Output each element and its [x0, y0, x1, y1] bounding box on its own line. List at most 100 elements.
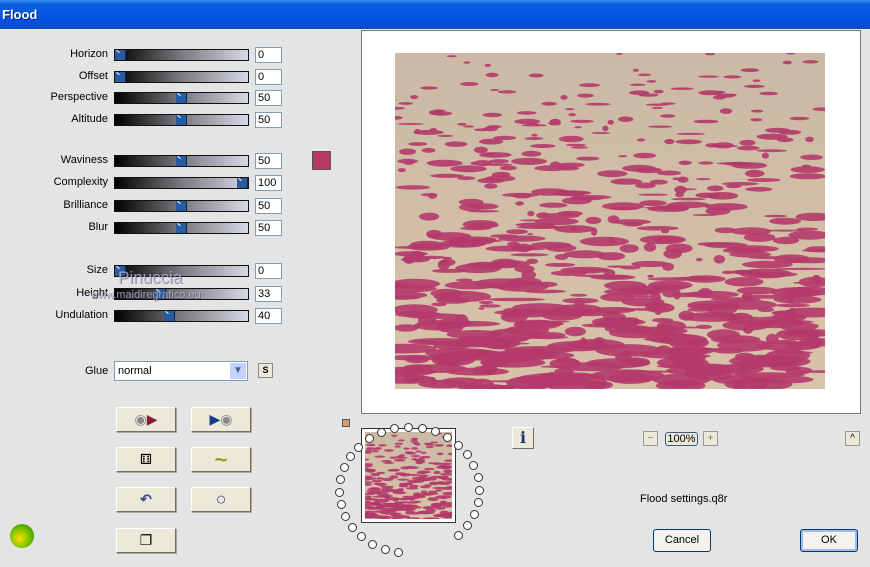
water-patch: [585, 216, 602, 225]
navigator-dot[interactable]: [469, 461, 479, 471]
slider-track[interactable]: [114, 49, 249, 61]
glue-select[interactable]: normal ▼: [114, 361, 248, 381]
slider-track[interactable]: [114, 114, 249, 126]
slider-thumb[interactable]: [115, 72, 126, 82]
zoom-out-button[interactable]: −: [643, 431, 658, 446]
water-patch: [697, 288, 713, 298]
navigator-dot[interactable]: [348, 522, 358, 532]
collapse-button[interactable]: ^: [845, 431, 860, 446]
slider-thumb[interactable]: [237, 178, 248, 188]
slider-value-input[interactable]: 100: [255, 175, 282, 191]
navigator-dot[interactable]: [380, 545, 390, 555]
water-patch: [773, 339, 798, 344]
wave-button[interactable]: ~: [191, 447, 251, 472]
slider-track[interactable]: [114, 177, 249, 189]
water-patch: [554, 254, 569, 260]
zoom-in-button[interactable]: +: [703, 431, 718, 446]
navigator-dot[interactable]: [453, 440, 463, 450]
navigator-dot[interactable]: [473, 498, 483, 508]
water-patch: [704, 53, 716, 56]
navigator-dot[interactable]: [335, 475, 345, 485]
preview-handle[interactable]: [342, 419, 350, 427]
navigator-dot[interactable]: [341, 511, 351, 521]
water-patch: [577, 93, 594, 98]
navigator-dot[interactable]: [463, 520, 473, 530]
navigator-dot[interactable]: [417, 424, 427, 434]
navigator-dot[interactable]: [474, 485, 484, 495]
chevron-down-icon[interactable]: ▼: [230, 363, 246, 379]
water-patch: [424, 443, 435, 446]
load-preset-button[interactable]: ◉ ▶: [116, 407, 176, 432]
slider-track[interactable]: [114, 222, 249, 234]
copy-button[interactable]: ❐: [116, 528, 176, 553]
glue-s-button[interactable]: S: [258, 363, 273, 378]
navigator-dot[interactable]: [357, 532, 367, 542]
slider-value-input[interactable]: 50: [255, 153, 282, 169]
water-patch: [508, 277, 542, 286]
slider-value-input[interactable]: 0: [255, 263, 282, 279]
water-patch: [743, 232, 776, 242]
slider-value-input[interactable]: 50: [255, 220, 282, 236]
water-patch: [383, 449, 394, 452]
water-patch: [420, 455, 431, 459]
water-patch: [579, 236, 629, 247]
slider-track[interactable]: [114, 71, 249, 83]
info-button[interactable]: i: [512, 427, 534, 449]
slider-value-input[interactable]: 50: [255, 198, 282, 214]
water-patch: [648, 125, 673, 128]
navigator-dot[interactable]: [454, 530, 464, 540]
slider-thumb[interactable]: [155, 289, 167, 299]
water-patch: [549, 358, 582, 369]
ok-button[interactable]: OK: [800, 529, 858, 552]
water-patch: [619, 244, 639, 253]
navigator-dot[interactable]: [335, 487, 345, 497]
slider-thumb[interactable]: [176, 156, 187, 166]
slider-track[interactable]: [114, 288, 249, 300]
color-swatch[interactable]: [312, 151, 331, 170]
cancel-button[interactable]: Cancel: [653, 529, 711, 552]
slider-thumb[interactable]: [176, 201, 187, 211]
slider-track[interactable]: [114, 200, 249, 212]
navigator-dot[interactable]: [368, 539, 378, 549]
random-button[interactable]: ⚅: [116, 447, 176, 472]
slider-thumb[interactable]: [176, 115, 187, 125]
reset-button[interactable]: ○: [191, 487, 251, 512]
water-patch: [499, 165, 517, 171]
slider-track[interactable]: [114, 92, 249, 104]
slider-track[interactable]: [114, 265, 249, 277]
navigator-dot[interactable]: [336, 500, 346, 510]
water-patch: [710, 335, 761, 344]
water-patch: [713, 90, 726, 94]
save-preset-button[interactable]: ▶ ◉: [191, 407, 251, 432]
slider-thumb[interactable]: [115, 266, 126, 276]
navigator-dot[interactable]: [403, 423, 413, 432]
slider-value-input[interactable]: 33: [255, 286, 282, 302]
navigator-dot[interactable]: [462, 450, 472, 460]
slider-thumb[interactable]: [176, 223, 187, 233]
slider-track[interactable]: [114, 310, 249, 322]
water-patch: [636, 226, 679, 231]
navigator-dot[interactable]: [469, 509, 479, 519]
slider-value-input[interactable]: 50: [255, 90, 282, 106]
zoom-level: 100%: [665, 432, 698, 446]
navigator-dot[interactable]: [473, 473, 483, 483]
slider-value-input[interactable]: 50: [255, 112, 282, 128]
slider-value-input[interactable]: 40: [255, 308, 282, 324]
water-patch: [550, 270, 587, 276]
navigator-dot[interactable]: [354, 442, 364, 452]
water-patch: [399, 148, 416, 155]
navigator-thumbnail[interactable]: [356, 428, 459, 523]
slider-value-input[interactable]: 0: [255, 69, 282, 85]
slider-thumb[interactable]: [176, 93, 187, 103]
preview-image[interactable]: [395, 53, 825, 389]
water-patch: [527, 210, 535, 217]
undo-button[interactable]: ↶: [116, 487, 176, 512]
slider-thumb[interactable]: [163, 311, 175, 321]
water-patch: [604, 318, 646, 326]
navigator-dot[interactable]: [394, 548, 404, 558]
navigator-dot[interactable]: [339, 463, 349, 473]
navigator-dot[interactable]: [345, 452, 355, 462]
slider-track[interactable]: [114, 155, 249, 167]
slider-value-input[interactable]: 0: [255, 47, 282, 63]
slider-thumb[interactable]: [115, 50, 126, 60]
